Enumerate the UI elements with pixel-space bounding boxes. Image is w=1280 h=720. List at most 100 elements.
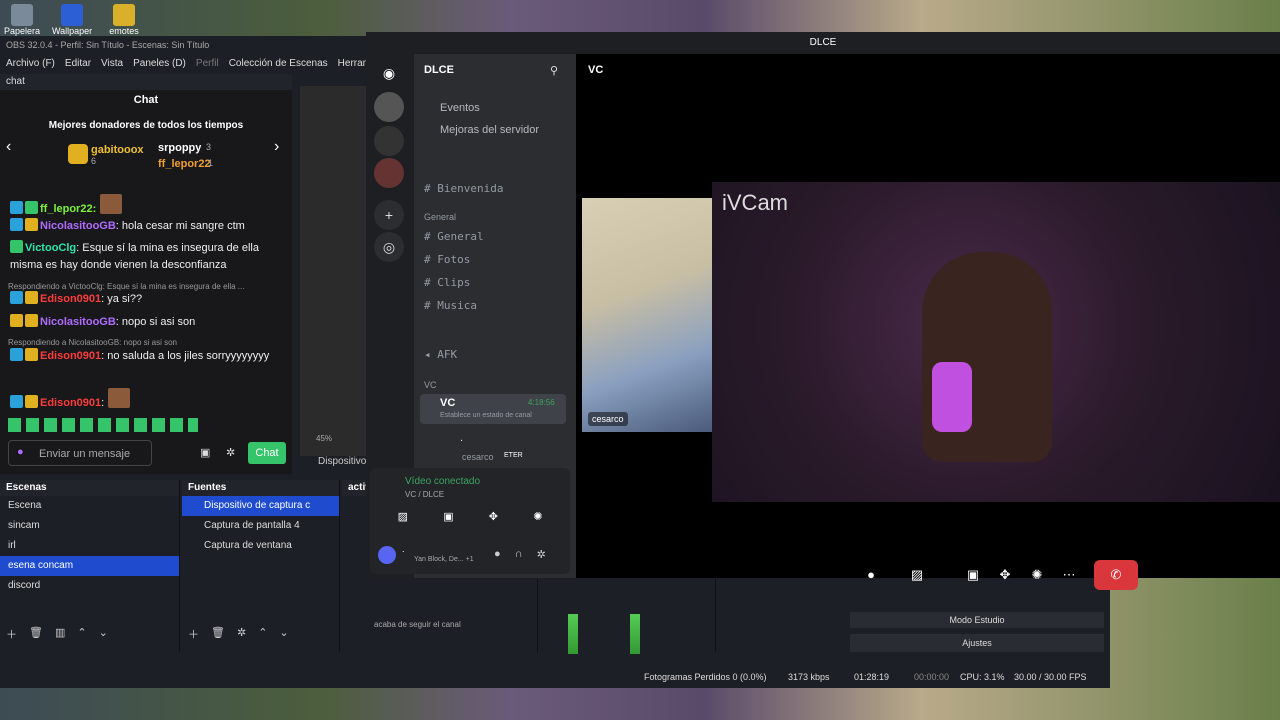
add-icon[interactable]: ＋	[6, 626, 17, 642]
mic-icon[interactable]: ●	[494, 548, 501, 561]
vc-member[interactable]: .	[460, 432, 463, 444]
emote-icon	[100, 194, 123, 214]
gift-icon[interactable]: ▣	[200, 446, 210, 459]
activity-text: acaba de seguir el canal	[374, 620, 461, 629]
soundboard-icon[interactable]: ✺	[1022, 560, 1052, 590]
emote-bar[interactable]	[8, 418, 198, 432]
menu-paneles[interactable]: Paneles (D)	[133, 54, 186, 74]
channel-musica[interactable]: # Musica	[424, 299, 477, 312]
trash-icon[interactable]: 🗑	[211, 626, 225, 642]
voice-connected: Vídeo conectado	[405, 476, 481, 487]
menu-vista[interactable]: Vista	[101, 54, 123, 74]
source-item[interactable]: Captura de pantalla 4	[182, 516, 339, 536]
discover-icon[interactable]: ◎	[374, 232, 404, 262]
menu-coleccion[interactable]: Colección de Escenas	[229, 54, 328, 74]
scenes-header: Escenas	[0, 480, 179, 496]
scene-item[interactable]: irl	[0, 536, 179, 556]
server-folder-icon[interactable]	[374, 158, 404, 188]
desktop-icon-wallpaper[interactable]: Wallpaper	[52, 4, 92, 36]
down-icon[interactable]: ⌄	[99, 626, 108, 642]
server-folder-icon[interactable]	[374, 126, 404, 156]
donor-2-count: 3	[206, 142, 212, 152]
scene-item[interactable]: discord	[0, 576, 179, 596]
camera-off-icon[interactable]: ▨	[902, 560, 932, 590]
scene-item[interactable]: sincam	[0, 516, 179, 536]
emote-icon	[108, 388, 131, 408]
scene-item-selected[interactable]: esena concam	[0, 556, 179, 576]
voice-sub[interactable]: VC / DLCE	[405, 490, 444, 499]
chat-username[interactable]: Edison0901	[40, 293, 101, 305]
chat-username[interactable]: ff_lepor22:	[40, 203, 96, 215]
chat-send-button[interactable]: Chat	[248, 442, 286, 464]
filter-icon[interactable]: ▥	[55, 626, 65, 642]
preview-zoom[interactable]: 45%	[316, 434, 332, 443]
up-icon[interactable]: ⌃	[258, 626, 267, 642]
settings-button[interactable]: Ajustes	[850, 634, 1104, 652]
donors-title: Mejores donadores de todos los tiempos	[48, 120, 244, 131]
boost-link[interactable]: Mejoras del servidor	[440, 124, 539, 136]
vc-status[interactable]: Establece un estado de canal	[440, 412, 532, 419]
menu-archivo[interactable]: Archivo (F)	[6, 54, 55, 74]
add-icon[interactable]: ＋	[188, 626, 199, 642]
channel-afk[interactable]: ◂ AFK	[424, 348, 457, 361]
discord-window-title: DLCE	[809, 37, 837, 48]
up-icon[interactable]: ⌃	[77, 626, 86, 642]
channel-bienvenida[interactable]: # Bienvenida	[424, 182, 503, 195]
source-item[interactable]: Captura de ventana	[182, 536, 339, 556]
gear-icon[interactable]: ✲	[237, 626, 246, 642]
chat-reply: Respondiendo a NicolasitooGB: nopo si as…	[8, 338, 177, 347]
menu-perfil[interactable]: Perfil	[196, 54, 219, 74]
activities-icon[interactable]: ✥	[990, 560, 1020, 590]
category-general[interactable]: General	[424, 212, 456, 222]
screenshare-icon[interactable]: ▣	[443, 510, 453, 530]
activities-icon[interactable]: ✥	[489, 510, 498, 530]
chat-username[interactable]: Edison0901	[40, 397, 101, 409]
add-server-icon[interactable]: +	[374, 200, 404, 230]
discord-logo-icon[interactable]: ◉	[374, 58, 404, 88]
events-link[interactable]: Eventos	[440, 102, 480, 114]
more-icon[interactable]: ⋯	[1054, 560, 1084, 590]
soundboard-icon[interactable]: ✺	[533, 510, 542, 530]
gear-icon[interactable]: ✲	[537, 548, 546, 561]
trash-icon[interactable]: 🗑	[29, 626, 43, 642]
scene-item[interactable]: Escena	[0, 496, 179, 516]
channel-vc-active[interactable]: VC 4:18:56 Establece un estado de canal	[420, 394, 566, 424]
camera-off-icon[interactable]: ▨	[398, 510, 408, 530]
down-icon[interactable]: ⌄	[279, 626, 288, 642]
mic-icon[interactable]: ●	[856, 560, 886, 590]
chevron-right-icon[interactable]: ›	[274, 138, 279, 156]
obs-preview[interactable]	[300, 86, 366, 456]
source-item-selected[interactable]: Dispositivo de captura c	[182, 496, 339, 516]
vc-member[interactable]: cesarco	[462, 452, 494, 462]
desktop-icon-emotes[interactable]: emotes	[104, 4, 144, 36]
chevron-left-icon[interactable]: ‹	[6, 138, 11, 156]
studio-mode-button[interactable]: Modo Estudio	[850, 612, 1104, 628]
user-controls: ● ∩ ✲	[494, 548, 546, 561]
channel-fotos[interactable]: # Fotos	[424, 253, 470, 266]
invite-icon[interactable]: ⚲	[550, 64, 558, 77]
channel-clips[interactable]: # Clips	[424, 276, 470, 289]
headphones-icon[interactable]: ∩	[515, 548, 523, 561]
screenshare-icon[interactable]: ▣	[958, 560, 988, 590]
badge-icon	[10, 291, 23, 304]
gear-icon[interactable]: ✲	[226, 446, 235, 459]
chat-username[interactable]: NicolasitooGB	[40, 220, 116, 232]
channel-general[interactable]: # General	[424, 230, 484, 243]
chat-message: NicolasitooGB: nopo si asi son	[10, 314, 280, 331]
desktop-icon-label: emotes	[109, 26, 139, 36]
avatar[interactable]	[378, 546, 396, 564]
video-tile-small[interactable]: cesarco	[582, 198, 712, 432]
chat-username[interactable]: Edison0901	[40, 350, 101, 362]
chat-input[interactable]: ● Enviar un mensaje	[8, 440, 152, 466]
disconnect-button[interactable]: ✆	[1094, 560, 1138, 590]
category-vc[interactable]: VC	[424, 380, 437, 390]
chat-username[interactable]: NicolasitooGB	[40, 316, 116, 328]
chat-username[interactable]: VictooClg	[25, 242, 76, 254]
user-name: .	[402, 544, 405, 554]
wallpaper-icon	[61, 4, 83, 26]
audio-meter	[568, 614, 578, 654]
server-icon[interactable]	[374, 92, 404, 122]
menu-editar[interactable]: Editar	[65, 54, 91, 74]
video-tile-large[interactable]: iVCam	[712, 182, 1280, 502]
server-name[interactable]: DLCE	[424, 64, 454, 76]
